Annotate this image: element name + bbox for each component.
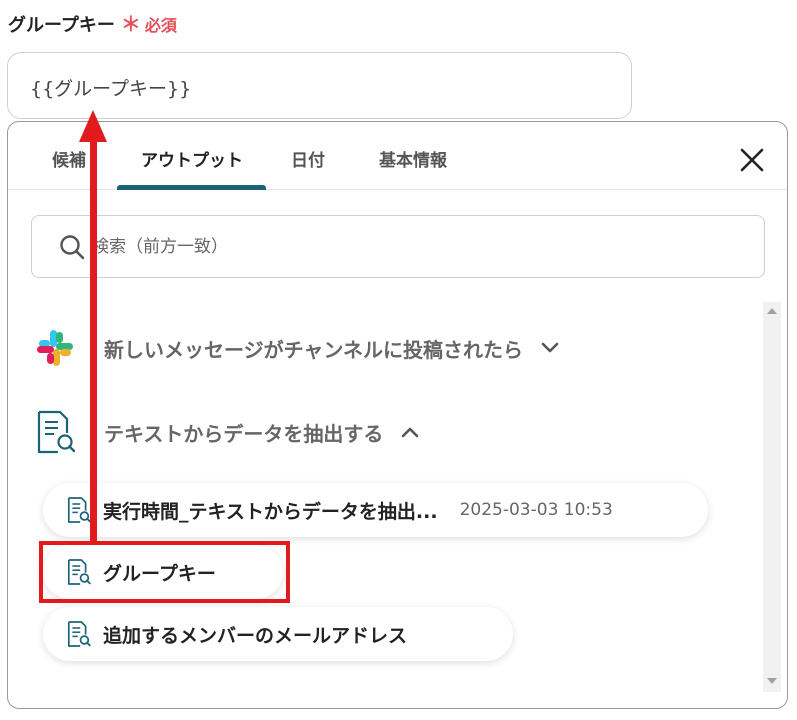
document-search-icon — [67, 621, 91, 647]
output-item-execution-time[interactable]: 実行時間_テキストからデータを抽出... 2025-03-03 10:53 — [43, 483, 708, 537]
document-search-icon — [67, 497, 91, 523]
output-picker-panel: 候補 アウトプット 日付 基本情報 新 — [7, 121, 788, 709]
section-label: 新しいメッセージがチャンネルに投稿されたら — [104, 337, 523, 362]
tab-date[interactable]: 日付 — [291, 146, 325, 171]
active-tab-indicator — [117, 185, 266, 190]
tab-basic-info[interactable]: 基本情報 — [379, 146, 447, 171]
section-label: テキストからデータを抽出する — [104, 421, 384, 446]
tab-output[interactable]: アウトプット — [141, 146, 243, 171]
section-slack-trigger[interactable]: 新しいメッセージがチャンネルに投稿されたら — [36, 329, 559, 367]
scroll-down-arrow[interactable] — [767, 678, 777, 684]
search-input[interactable] — [92, 230, 732, 264]
required-text: 必須 — [144, 16, 177, 35]
output-item-label: 実行時間_テキストからデータを抽出... — [103, 500, 438, 523]
output-item-timestamp: 2025-03-03 10:53 — [459, 500, 613, 520]
chevron-up-icon — [402, 427, 419, 438]
field-label: グループキー ＊ 必須 — [8, 8, 177, 37]
search-icon — [60, 235, 85, 260]
group-key-input[interactable]: {{グループキー}} — [7, 52, 632, 119]
slack-icon — [37, 330, 73, 366]
section-extract-data[interactable]: テキストからデータを抽出する — [36, 409, 419, 455]
chevron-down-icon — [541, 342, 559, 353]
close-button[interactable] — [736, 144, 768, 176]
field-label-text: グループキー — [8, 15, 115, 36]
scroll-up-arrow[interactable] — [767, 308, 777, 314]
document-search-icon — [37, 410, 76, 454]
output-item-member-email[interactable]: 追加するメンバーのメールアドレス — [43, 607, 513, 661]
group-key-value: {{グループキー}} — [30, 78, 192, 100]
tab-bar: 候補 アウトプット 日付 基本情報 — [8, 122, 787, 190]
scrollbar[interactable] — [763, 302, 781, 692]
annotation-highlight-box — [39, 541, 290, 603]
output-item-label: 追加するメンバーのメールアドレス — [103, 624, 408, 647]
search-field[interactable] — [31, 215, 765, 278]
required-mark: ＊ — [120, 12, 141, 36]
tab-candidates[interactable]: 候補 — [52, 146, 86, 171]
close-icon — [740, 148, 764, 172]
